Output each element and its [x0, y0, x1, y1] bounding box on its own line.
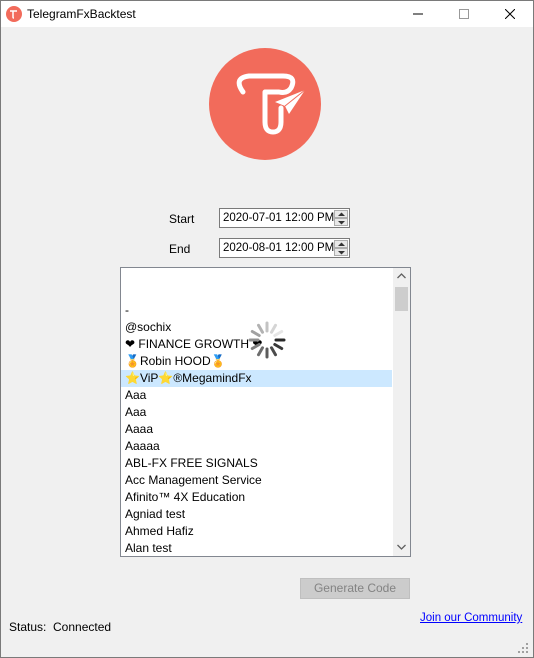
list-item[interactable]: Acc Management Service [121, 472, 392, 489]
title-bar[interactable]: TelegramFxBacktest [1, 1, 533, 27]
app-window: TelegramFxBacktest Start 2020-07-01 12:0… [0, 0, 534, 658]
end-date-up-button[interactable] [334, 240, 348, 248]
start-label: Start [169, 212, 195, 226]
list-item[interactable]: Ahmed Hafiz [121, 523, 392, 540]
telegram-plane-icon [236, 73, 306, 135]
status-value: Connected [53, 620, 112, 634]
list-item[interactable]: Aaaaa [121, 438, 392, 455]
start-date-picker[interactable]: 2020-07-01 12:00 PM [219, 208, 350, 228]
start-date-down-button[interactable] [334, 218, 348, 226]
chevron-down-icon [338, 251, 345, 255]
end-label: End [169, 242, 191, 256]
minimize-icon [413, 13, 423, 15]
maximize-button[interactable] [441, 1, 487, 27]
end-date-picker[interactable]: 2020-08-01 12:00 PM [219, 238, 350, 258]
app-logo [209, 48, 321, 160]
chevron-up-icon [397, 273, 406, 279]
chevron-down-icon [397, 544, 406, 550]
list-item[interactable]: Aaa [121, 404, 392, 421]
scroll-up-button[interactable] [393, 268, 410, 285]
start-date-spinner[interactable] [334, 210, 348, 226]
scroll-thumb[interactable] [395, 287, 408, 311]
chevron-up-icon [338, 242, 345, 246]
close-button[interactable] [487, 1, 533, 27]
chevron-up-icon [338, 212, 345, 216]
list-item[interactable]: - [121, 302, 392, 319]
list-item[interactable]: Agniad test [121, 506, 392, 523]
scroll-down-button[interactable] [393, 539, 410, 556]
end-date-down-button[interactable] [334, 248, 348, 256]
list-item[interactable]: Afinito™ 4X Education [121, 489, 392, 506]
maximize-icon [459, 9, 469, 19]
end-date-spinner[interactable] [334, 240, 348, 256]
list-item[interactable]: ⭐ViP⭐®MegamindFx [121, 370, 392, 387]
list-item[interactable]: ABL-FX FREE SIGNALS [121, 455, 392, 472]
status-label: Status: [9, 620, 47, 634]
app-logo-icon [6, 6, 22, 22]
channel-list[interactable]: - @sochix ❤ FINANCE GROWTH ❤ 🏅Robin HOOD🏅 ⭐V… [120, 267, 411, 557]
chevron-down-icon [338, 221, 345, 225]
join-community-link[interactable]: Join our Community [420, 612, 522, 624]
loading-spinner-icon [248, 321, 286, 359]
start-date-up-button[interactable] [334, 210, 348, 218]
list-item[interactable]: Aaaa [121, 421, 392, 438]
end-date-value[interactable]: 2020-08-01 12:00 PM [223, 242, 334, 254]
start-date-value[interactable]: 2020-07-01 12:00 PM [223, 212, 334, 224]
list-item[interactable]: Aaa [121, 387, 392, 404]
resize-grip-icon[interactable] [518, 643, 530, 655]
close-icon [505, 9, 515, 19]
window-title: TelegramFxBacktest [27, 7, 136, 21]
list-item[interactable]: Alan test [121, 540, 392, 556]
generate-code-button[interactable]: Generate Code [300, 578, 410, 599]
minimize-button[interactable] [395, 1, 441, 27]
list-scrollbar[interactable] [393, 268, 410, 556]
